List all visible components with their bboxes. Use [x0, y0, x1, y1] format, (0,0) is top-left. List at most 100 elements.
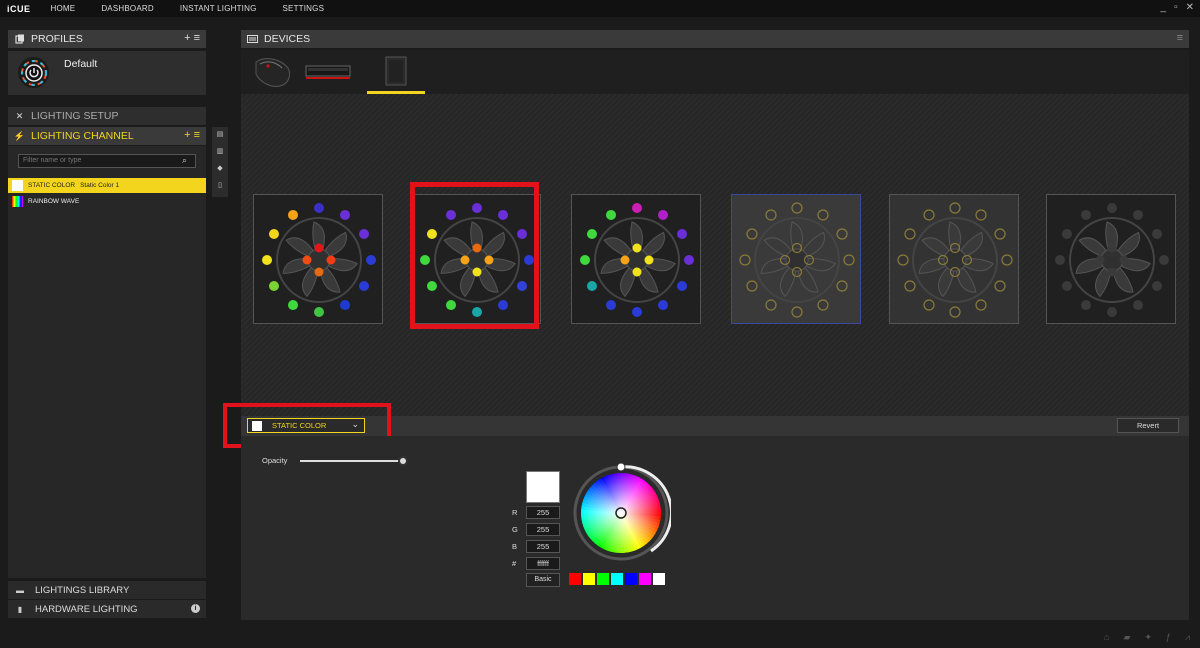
mouse-icon [255, 58, 291, 87]
selected-fan-highlight [410, 182, 539, 329]
fan-4[interactable] [731, 194, 861, 324]
icue-window: iCUE HOME DASHBOARD INSTANT LIGHTING SET… [0, 0, 1200, 648]
fan-render [580, 203, 694, 317]
profiles-actions[interactable]: + ≡ [184, 32, 200, 44]
search-icon: ⌕ [182, 155, 188, 165]
profiles-icon [14, 34, 25, 45]
blue-input[interactable]: 255 [526, 540, 560, 553]
device-tab-fan-hub[interactable] [367, 50, 425, 94]
profile-name: Default [64, 58, 98, 70]
channel-item-static-color[interactable]: STATIC COLOR Static Color 1 [8, 178, 206, 193]
corsair-icon[interactable]: ⩘ [1185, 632, 1190, 643]
lighting-channel-actions[interactable]: + ≡ [184, 129, 200, 141]
fan-render [262, 203, 376, 317]
fan-3[interactable] [571, 194, 701, 324]
library-icon: ▬ [16, 585, 24, 595]
green-input[interactable]: 255 [526, 523, 560, 536]
lighting-channel-title: LIGHTING CHANNEL [31, 130, 134, 142]
palette-swatch[interactable] [625, 573, 637, 585]
device-tab-memory[interactable] [299, 50, 357, 94]
filter-input[interactable]: Filter name or type [18, 154, 196, 168]
g-label: G [512, 525, 518, 534]
fan-5[interactable] [889, 194, 1019, 324]
wheel-ring-handle [616, 463, 626, 472]
nav-instant-lighting[interactable]: INSTANT LIGHTING [180, 4, 257, 13]
fan-1[interactable] [253, 194, 383, 324]
hardware-lighting-label: HARDWARE LIGHTING [35, 603, 138, 615]
rainbow-swatch-icon [12, 196, 23, 207]
palette-swatch[interactable] [569, 573, 581, 585]
b-label: B [512, 542, 518, 551]
opacity-slider-handle[interactable] [398, 456, 408, 466]
facebook-icon[interactable]: ƒ [1166, 632, 1171, 643]
channel-item-type: STATIC COLOR [28, 182, 76, 189]
maximize-button[interactable]: ▫ [1174, 2, 1178, 13]
palette-swatch[interactable] [611, 573, 623, 585]
lighting-channel-list: Filter name or type ⌕ STATIC COLOR Stati… [8, 146, 206, 578]
palette-swatch[interactable] [583, 573, 595, 585]
profile-item-default[interactable]: Default [8, 51, 206, 95]
hex-label: # [512, 559, 517, 568]
profiles-title: PROFILES [31, 33, 83, 45]
device-tabs [241, 50, 1189, 94]
devices-header: DEVICES ≡ [241, 30, 1189, 48]
color-settings-panel: Opacity R 255 G 255 B 255 # ffffff Basic [241, 436, 1189, 620]
nav-settings[interactable]: SETTINGS [283, 4, 325, 13]
social-icons: ⌂ ▰ ✦ ƒ ⩘ [1104, 632, 1190, 643]
fan-render [1055, 203, 1169, 317]
memory-icon [305, 65, 351, 79]
opacity-label: Opacity [262, 456, 288, 465]
lightning-icon: ⚡ [13, 130, 26, 141]
twitter-icon[interactable]: ✦ [1144, 632, 1152, 643]
minimize-button[interactable]: _ [1161, 2, 1167, 13]
community-icon[interactable]: ⌂ [1104, 632, 1109, 643]
fan-hub-icon [385, 56, 407, 85]
corsair-profile-icon [18, 57, 49, 88]
channel-item-name: Static Color 1 [80, 182, 120, 189]
color-palette [569, 573, 665, 585]
basic-button[interactable]: Basic [526, 573, 560, 587]
profiles-header: PROFILES + ≡ [8, 30, 206, 48]
channel-item-rainbow-wave[interactable]: RAINBOW WAVE [8, 194, 206, 209]
device-tab-mouse[interactable] [243, 50, 301, 94]
red-input[interactable]: 255 [526, 506, 560, 519]
r-label: R [512, 508, 518, 517]
devices-menu-icon[interactable]: ≡ [1177, 32, 1183, 44]
device-canvas [241, 94, 1189, 416]
chat-icon[interactable]: ▰ [1123, 632, 1130, 643]
nav-dashboard[interactable]: DASHBOARD [101, 4, 153, 13]
color-wheel[interactable] [571, 463, 671, 563]
color-preview [526, 471, 560, 503]
lightings-library-label: LIGHTINGS LIBRARY [35, 584, 130, 596]
fan-6[interactable] [1046, 194, 1176, 324]
hex-input[interactable]: ffffff [526, 557, 560, 570]
revert-button[interactable]: Revert [1117, 418, 1179, 433]
paste-icon[interactable]: ▥ [217, 147, 224, 161]
palette-swatch[interactable] [639, 573, 651, 585]
lightings-library-button[interactable]: ▬ LIGHTINGS LIBRARY [8, 581, 206, 599]
copy-icon[interactable]: ▤ [217, 130, 224, 144]
keyboard-icon [247, 34, 258, 45]
palette-swatch[interactable] [597, 573, 609, 585]
fan-render [739, 202, 855, 318]
lighting-setup-title: LIGHTING SETUP [31, 110, 119, 122]
app-logo: iCUE [7, 3, 31, 14]
side-toolbar: ▤ ▥ ◆ ▯ [212, 127, 228, 197]
delete-icon[interactable]: ▯ [218, 181, 222, 195]
hardware-lighting-button[interactable]: ▮ HARDWARE LIGHTING i [8, 600, 206, 618]
devices-title: DEVICES [264, 33, 311, 45]
hardware-icon: ▮ [17, 604, 23, 614]
status-bar [0, 628, 1200, 648]
info-icon[interactable]: i [191, 604, 200, 613]
top-nav-bar: iCUE HOME DASHBOARD INSTANT LIGHTING SET… [0, 0, 1200, 17]
window-controls: _ ▫ ✕ [1161, 2, 1195, 13]
tools-icon: ✕ [15, 110, 24, 121]
close-button[interactable]: ✕ [1186, 2, 1194, 13]
palette-swatch[interactable] [653, 573, 665, 585]
opacity-slider-track[interactable] [300, 460, 400, 462]
channel-item-type: RAINBOW WAVE [28, 198, 80, 205]
nav-home[interactable]: HOME [51, 4, 76, 13]
fan-render [897, 202, 1013, 318]
lighting-setup-header[interactable]: ✕ LIGHTING SETUP [8, 107, 206, 125]
arrange-icon[interactable]: ◆ [217, 164, 222, 178]
